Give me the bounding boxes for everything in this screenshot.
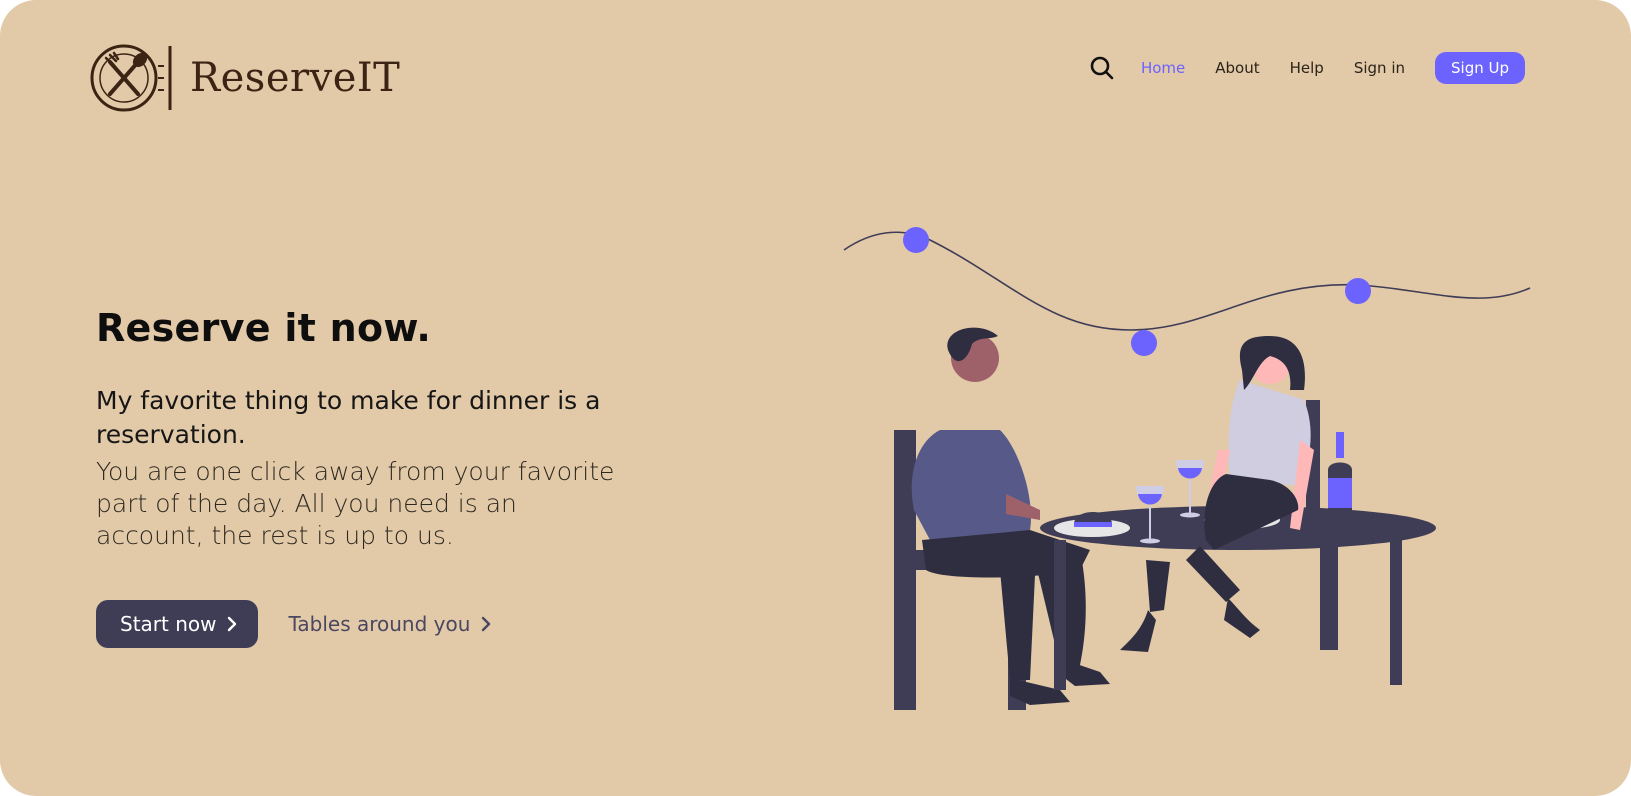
- brand-logo[interactable]: ReserveIT: [88, 42, 400, 114]
- tables-around-you-label: Tables around you: [288, 612, 471, 636]
- start-now-label: Start now: [120, 612, 217, 636]
- tables-around-you-link[interactable]: Tables around you: [288, 612, 492, 636]
- nav-about[interactable]: About: [1215, 59, 1259, 77]
- chevron-right-icon: [482, 616, 491, 632]
- dinner-illustration: [843, 227, 1531, 710]
- sign-up-button[interactable]: Sign Up: [1435, 52, 1525, 84]
- hero-body: You are one click away from your favorit…: [96, 457, 615, 550]
- search-icon[interactable]: [1089, 55, 1115, 81]
- hero-title: Reserve it now.: [96, 306, 432, 350]
- page-frame: ReserveIT Home About Help Sign in Sign U…: [0, 0, 1631, 796]
- nav-home[interactable]: Home: [1141, 59, 1185, 77]
- nav-sign-in[interactable]: Sign in: [1354, 59, 1405, 77]
- brand-name: ReserveIT: [190, 55, 401, 101]
- chevron-right-icon: [228, 616, 237, 632]
- start-now-button[interactable]: Start now: [96, 600, 259, 648]
- nav-help[interactable]: Help: [1290, 59, 1324, 77]
- hero-subtitle: My favorite thing to make for dinner is …: [96, 386, 601, 449]
- cta-row: Start now Tables around you: [96, 600, 492, 648]
- fork-spoon-plate-icon: [90, 44, 172, 112]
- top-nav: Home About Help Sign in Sign Up: [1089, 52, 1525, 84]
- hero-section: Reserve it now. My favorite thing to mak…: [96, 306, 616, 552]
